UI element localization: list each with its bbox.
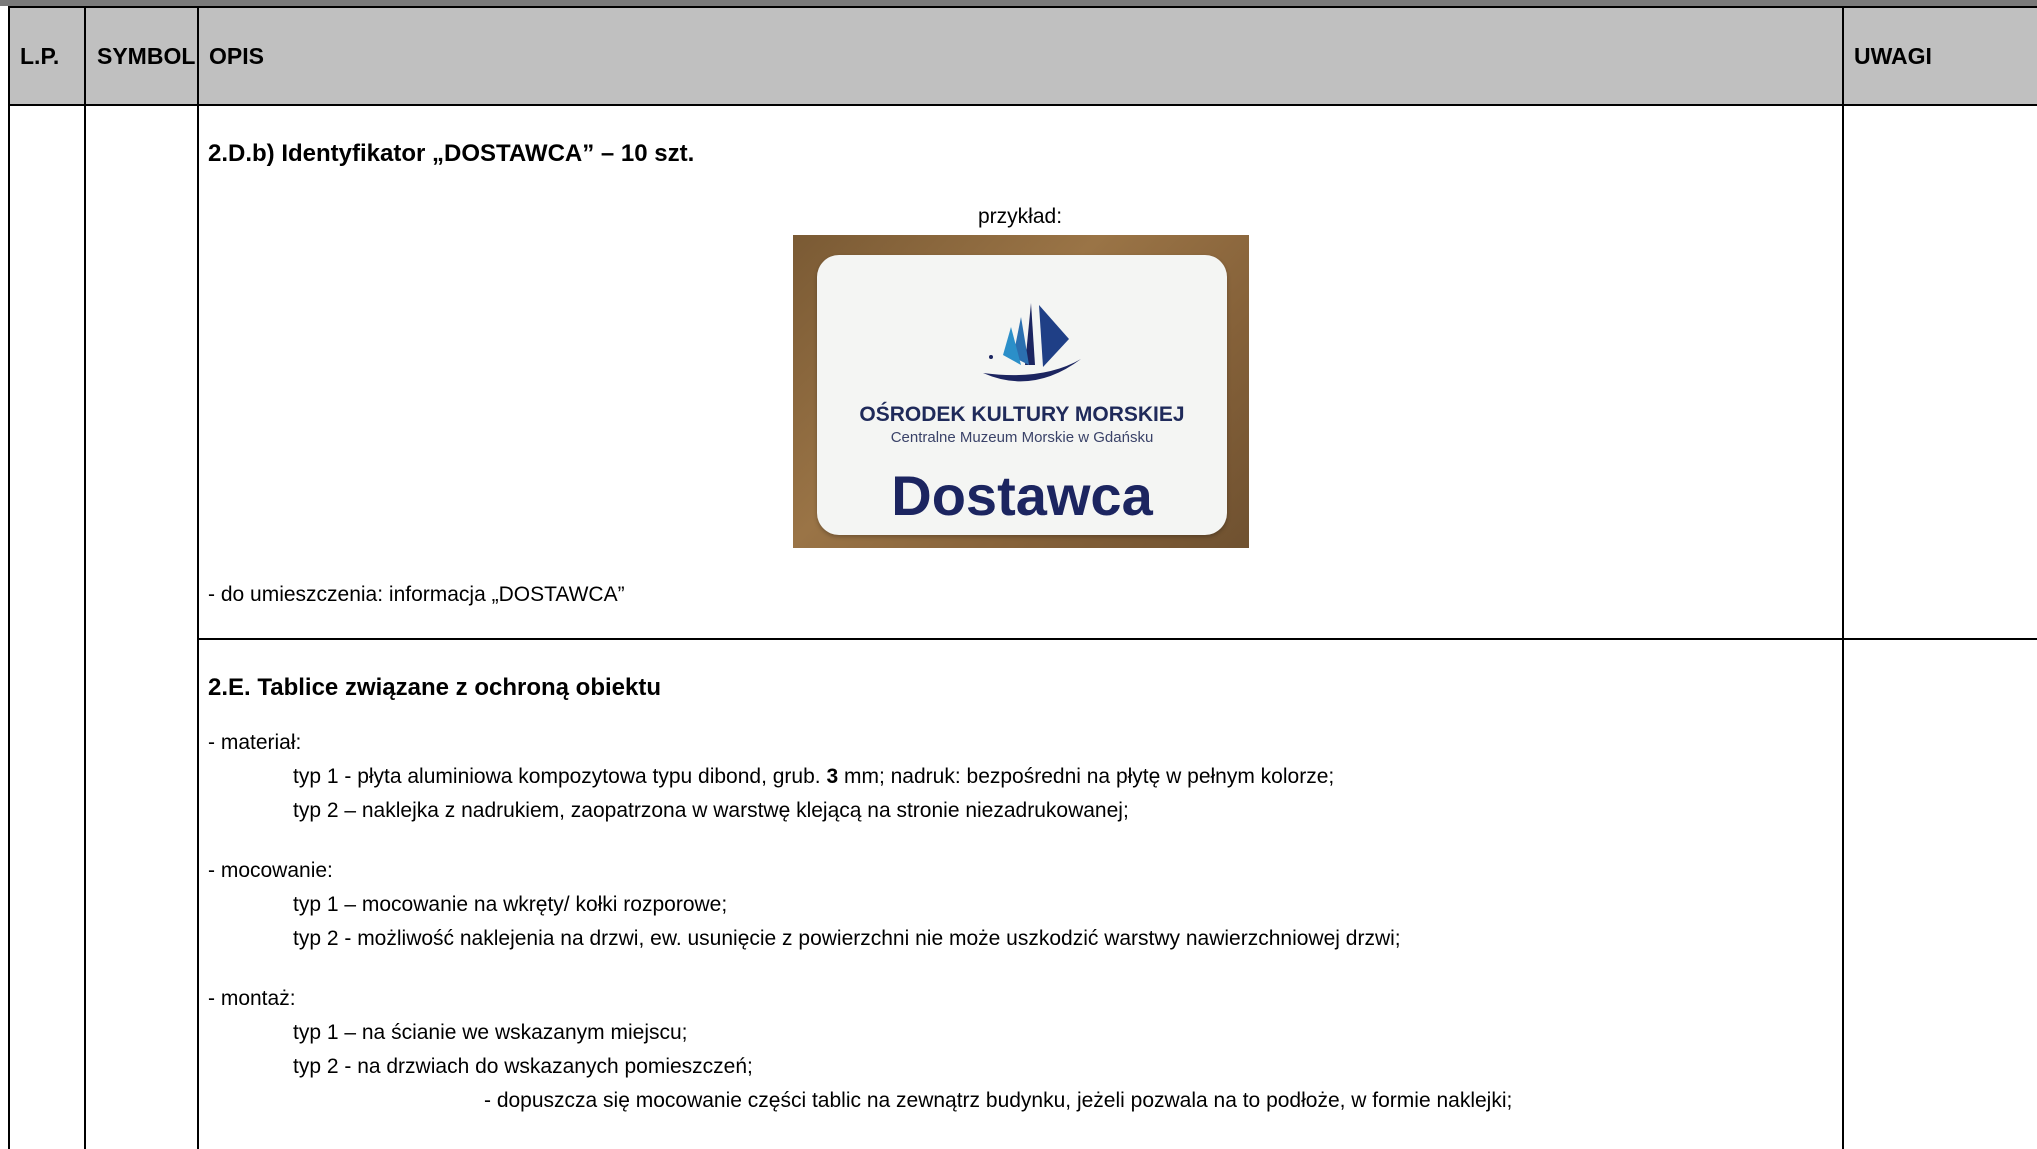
badge-main-text: Dostawca [891,464,1153,527]
section-e-block: 2.E. Tablice związane z ochroną obiektu … [208,674,1512,1118]
montaz-label: - montaż: [208,987,296,1010]
column-divider [8,6,10,1149]
montaz-typ1: typ 1 – na ścianie we wskazanym miejscu; [293,1021,688,1044]
material-typ2: typ 2 – naklejka z nadrukiem, zaopatrzon… [293,799,1129,822]
montaz-typ2: typ 2 - na drzwiach do wskazanych pomies… [293,1055,753,1078]
header-uwagi: UWAGI [1854,42,1932,69]
mocowanie-label: - mocowanie: [208,859,333,882]
badge-org-name: OŚRODEK KULTURY MORSKIEJ [859,403,1185,426]
material-typ1: typ 1 - płyta aluminiowa kompozytowa typ… [293,765,1335,788]
ship-logo-icon [983,303,1081,382]
header-lp: L.P. [20,42,60,69]
header-symbol: SYMBOL [97,42,196,69]
section-e-title: 2.E. Tablice związane z ochroną obiektu [208,674,661,701]
badge-photo: OŚRODEK KULTURY MORSKIEJ Centralne Muzeu… [793,235,1249,548]
badge-card: OŚRODEK KULTURY MORSKIEJ Centralne Muzeu… [817,255,1227,535]
section-d-note-block: - do umieszczenia: informacja „DOSTAWCA” [208,578,625,612]
badge-org-subtitle: Centralne Muzeum Morskie w Gdańsku [890,429,1154,446]
column-divider [197,6,199,1149]
table-header: L.P. SYMBOL OPIS UWAGI [8,6,2037,106]
mocowanie-typ2: typ 2 - możliwość naklejenia na drzwi, e… [293,927,1401,950]
section-d-title: 2.D.b) Identyfikator „DOSTAWCA” – 10 szt… [208,140,695,167]
mocowanie-typ1: typ 1 – mocowanie na wkręty/ kołki rozpo… [293,893,728,916]
document-page: L.P. SYMBOL OPIS UWAGI 2.D.b) Identyfika… [0,0,2037,1149]
section-d-title-block: 2.D.b) Identyfikator „DOSTAWCA” – 10 szt… [208,140,694,168]
column-divider [1842,6,1844,1149]
row-divider [197,638,2037,640]
example-label: przykład: [978,205,1063,228]
montaz-note: - dopuszcza się mocowanie części tablic … [484,1089,1513,1112]
section-d-note: - do umieszczenia: informacja „DOSTAWCA” [208,583,625,606]
header-opis: OPIS [209,42,264,69]
material-label: - materiał: [208,731,302,754]
column-divider [84,6,86,1149]
